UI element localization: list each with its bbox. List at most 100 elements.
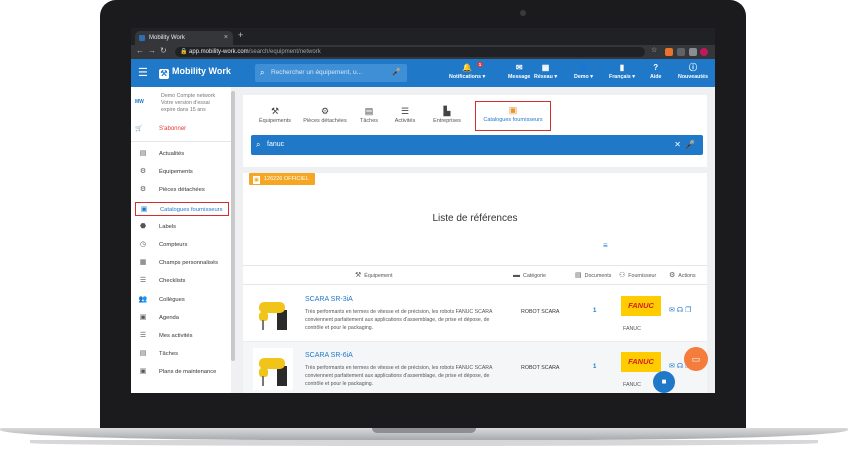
browser-tab[interactable]: Mobility Work × (135, 31, 233, 45)
factory-icon: ▙ (443, 106, 451, 116)
product-image[interactable] (253, 348, 293, 390)
counter-icon: ◷ (139, 241, 147, 248)
new-tab-button[interactable]: + (238, 30, 243, 40)
header-item-bell[interactable]: 🔔 Notifications ▾ 1 (449, 62, 485, 80)
sidebar-item-fields[interactable]: ▦ Champs personnalisés (135, 256, 229, 270)
forward-icon[interactable]: → (148, 46, 156, 55)
address-bar: ← → ↻ 🔒 app.mobility-work.com/search/equ… (131, 45, 715, 59)
sidebar-item-equipment[interactable]: ⚙ Équipements (135, 165, 229, 179)
robot-arm-icon: ⚒ (270, 106, 280, 116)
header-item-help[interactable]: ? Aide (650, 63, 661, 80)
sidebar-item-calendar[interactable]: ▣ Agenda (135, 311, 229, 325)
supplier-logo[interactable]: FANUC (621, 352, 661, 372)
star-icon[interactable]: ☆ (651, 46, 659, 54)
tab-robot-arm[interactable]: ⚒ Équipements (255, 105, 295, 135)
app-logo[interactable]: ⚒ Mobility Work (159, 66, 231, 79)
documents-count-link[interactable]: 1 (593, 364, 596, 370)
header-item-flag[interactable]: ▮ Français ▾ (609, 63, 635, 80)
sidebar-item-news[interactable]: ▤ Actualités (135, 147, 229, 161)
robot-tool (262, 376, 264, 386)
subscribe-link[interactable]: 🛒 S'abonner (135, 125, 186, 132)
copy-icon[interactable]: ❐ (685, 307, 693, 314)
url-host: app.mobility-work.com (189, 49, 249, 55)
profile-avatar[interactable] (700, 48, 708, 56)
tab-label: Pièces détachées (303, 118, 347, 124)
search-icon: ⌕ (256, 140, 261, 149)
microphone-icon[interactable]: 🎤 (685, 135, 695, 155)
sidebar-item-colleagues[interactable]: 👥 Collègues (135, 293, 229, 307)
header-search-input[interactable]: ⌕ Rechercher un équipement, u... 🎤 (255, 64, 407, 82)
tab-catalog[interactable]: ▣ Catalogues fournisseurs (475, 101, 551, 131)
product-image[interactable] (253, 292, 293, 334)
microphone-icon[interactable]: 🎤 (392, 64, 401, 82)
chat-button[interactable]: ▭ (684, 347, 708, 371)
th-documents[interactable]: ▤ Documents (575, 266, 611, 286)
document-icon: ▤ (575, 272, 582, 279)
official-badge[interactable]: ▣ 126226 OFFICIEL (249, 173, 315, 185)
extension-icon[interactable] (677, 48, 685, 56)
reload-icon[interactable]: ↻ (160, 46, 167, 55)
th-supplier[interactable]: ⚇ Fournisseur (619, 266, 656, 286)
tab-close-icon[interactable]: × (224, 31, 228, 45)
th-actions: ⚙ Actions (669, 266, 696, 286)
app-header: ☰ ⚒ Mobility Work ⌕ Rechercher un équipem… (131, 59, 715, 87)
product-description: Très performants en termes de vitesse et… (305, 365, 493, 387)
header-item-user[interactable]: 👤 Demo ▾ (574, 63, 593, 80)
table-row[interactable]: SCARA SR-3iA Très performants en termes d… (243, 286, 707, 342)
sidebar-item-label[interactable]: ⬣ Labels (135, 220, 229, 234)
camera (520, 10, 526, 16)
sidebar-item-parts[interactable]: ⚙ Pièces détachées (135, 183, 229, 197)
tab-factory[interactable]: ▙ Entreprises (427, 105, 467, 135)
header-item-network[interactable]: ▦ Réseau ▾ (534, 63, 557, 80)
tab-clipboard[interactable]: ▤ Tâches (355, 105, 383, 135)
subscribe-label: S'abonner (159, 126, 187, 132)
header-item-info[interactable]: ⓘ Nouveautés (678, 63, 708, 80)
sidebar-item-activities[interactable]: ☰ Mes activités (135, 329, 229, 343)
header-item-label: Nouveautés (678, 74, 709, 80)
th-equipment[interactable]: ⚒ Équipement (355, 266, 393, 286)
sidebar: MW Demo Compte network Votre version d'e… (131, 87, 235, 393)
plans-icon: ▣ (139, 368, 147, 376)
sidebar-item-tasks[interactable]: ▤ Tâches (135, 347, 229, 361)
documents-count-link[interactable]: 1 (593, 308, 596, 314)
sidebar-item-catalog[interactable]: ▣ Catalogues fournisseurs (135, 201, 229, 216)
filter-icon[interactable]: ≡ (603, 241, 608, 250)
back-icon[interactable]: ← (136, 46, 144, 55)
headset-icon[interactable]: ☊ (677, 363, 685, 370)
mail-icon[interactable]: ✉ (669, 363, 677, 370)
headset-icon[interactable]: ☊ (677, 307, 685, 314)
menu-icon[interactable]: ☰ (138, 66, 148, 79)
tab-list[interactable]: ☰ Activités (389, 105, 421, 135)
results-card: ▣ 126226 OFFICIEL Liste de références ≡ ⚒… (243, 173, 707, 393)
tab-label: Activités (394, 118, 416, 124)
sidebar-item-plans[interactable]: ▣ Plans de maintenance (135, 365, 229, 379)
catalog-search-input[interactable]: ⌕ fanuc ✕ 🎤 (251, 135, 703, 155)
th-category[interactable]: ▬ Catégorie (513, 266, 546, 286)
catalog-badge-icon: ▣ (253, 176, 260, 184)
extension-rss-icon[interactable] (665, 48, 673, 56)
activities-icon: ☰ (139, 332, 147, 339)
sidebar-item-label: Champs personnalisés (159, 260, 218, 267)
video-call-button[interactable]: ■ (653, 371, 675, 393)
sidebar-item-checklist[interactable]: ☰ Checklists (135, 274, 229, 288)
header-item-message[interactable]: ✉ Message (508, 63, 530, 80)
header-item-label: Demo ▾ (574, 74, 593, 80)
calendar-icon: ▣ (139, 313, 147, 321)
product-category: ROBOT SCARA (521, 309, 560, 315)
sidebar-item-label: Compteurs (159, 242, 188, 248)
catalog-search-value: fanuc (267, 141, 285, 148)
product-title-link[interactable]: SCARA SR-6iA (305, 352, 353, 359)
puzzle-icon[interactable] (689, 48, 697, 56)
catalog-icon: ▣ (508, 105, 518, 115)
mail-icon[interactable]: ✉ (669, 307, 677, 314)
clear-icon[interactable]: ✕ (674, 135, 681, 155)
supplier-logo[interactable]: FANUC (621, 296, 661, 316)
sidebar-item-counter[interactable]: ◷ Compteurs (135, 238, 229, 252)
url-field[interactable]: 🔒 app.mobility-work.com/search/equipment… (175, 47, 645, 57)
table-row[interactable]: SCARA SR-6iA Très performants en termes d… (243, 342, 707, 393)
tab-label: Entreprises (433, 118, 461, 124)
label-icon: ⬣ (139, 222, 147, 230)
product-title-link[interactable]: SCARA SR-3iA (305, 296, 353, 303)
tab-gears[interactable]: ⚙ Pièces détachées (303, 105, 347, 135)
header-item-label: Français ▾ (609, 74, 635, 80)
